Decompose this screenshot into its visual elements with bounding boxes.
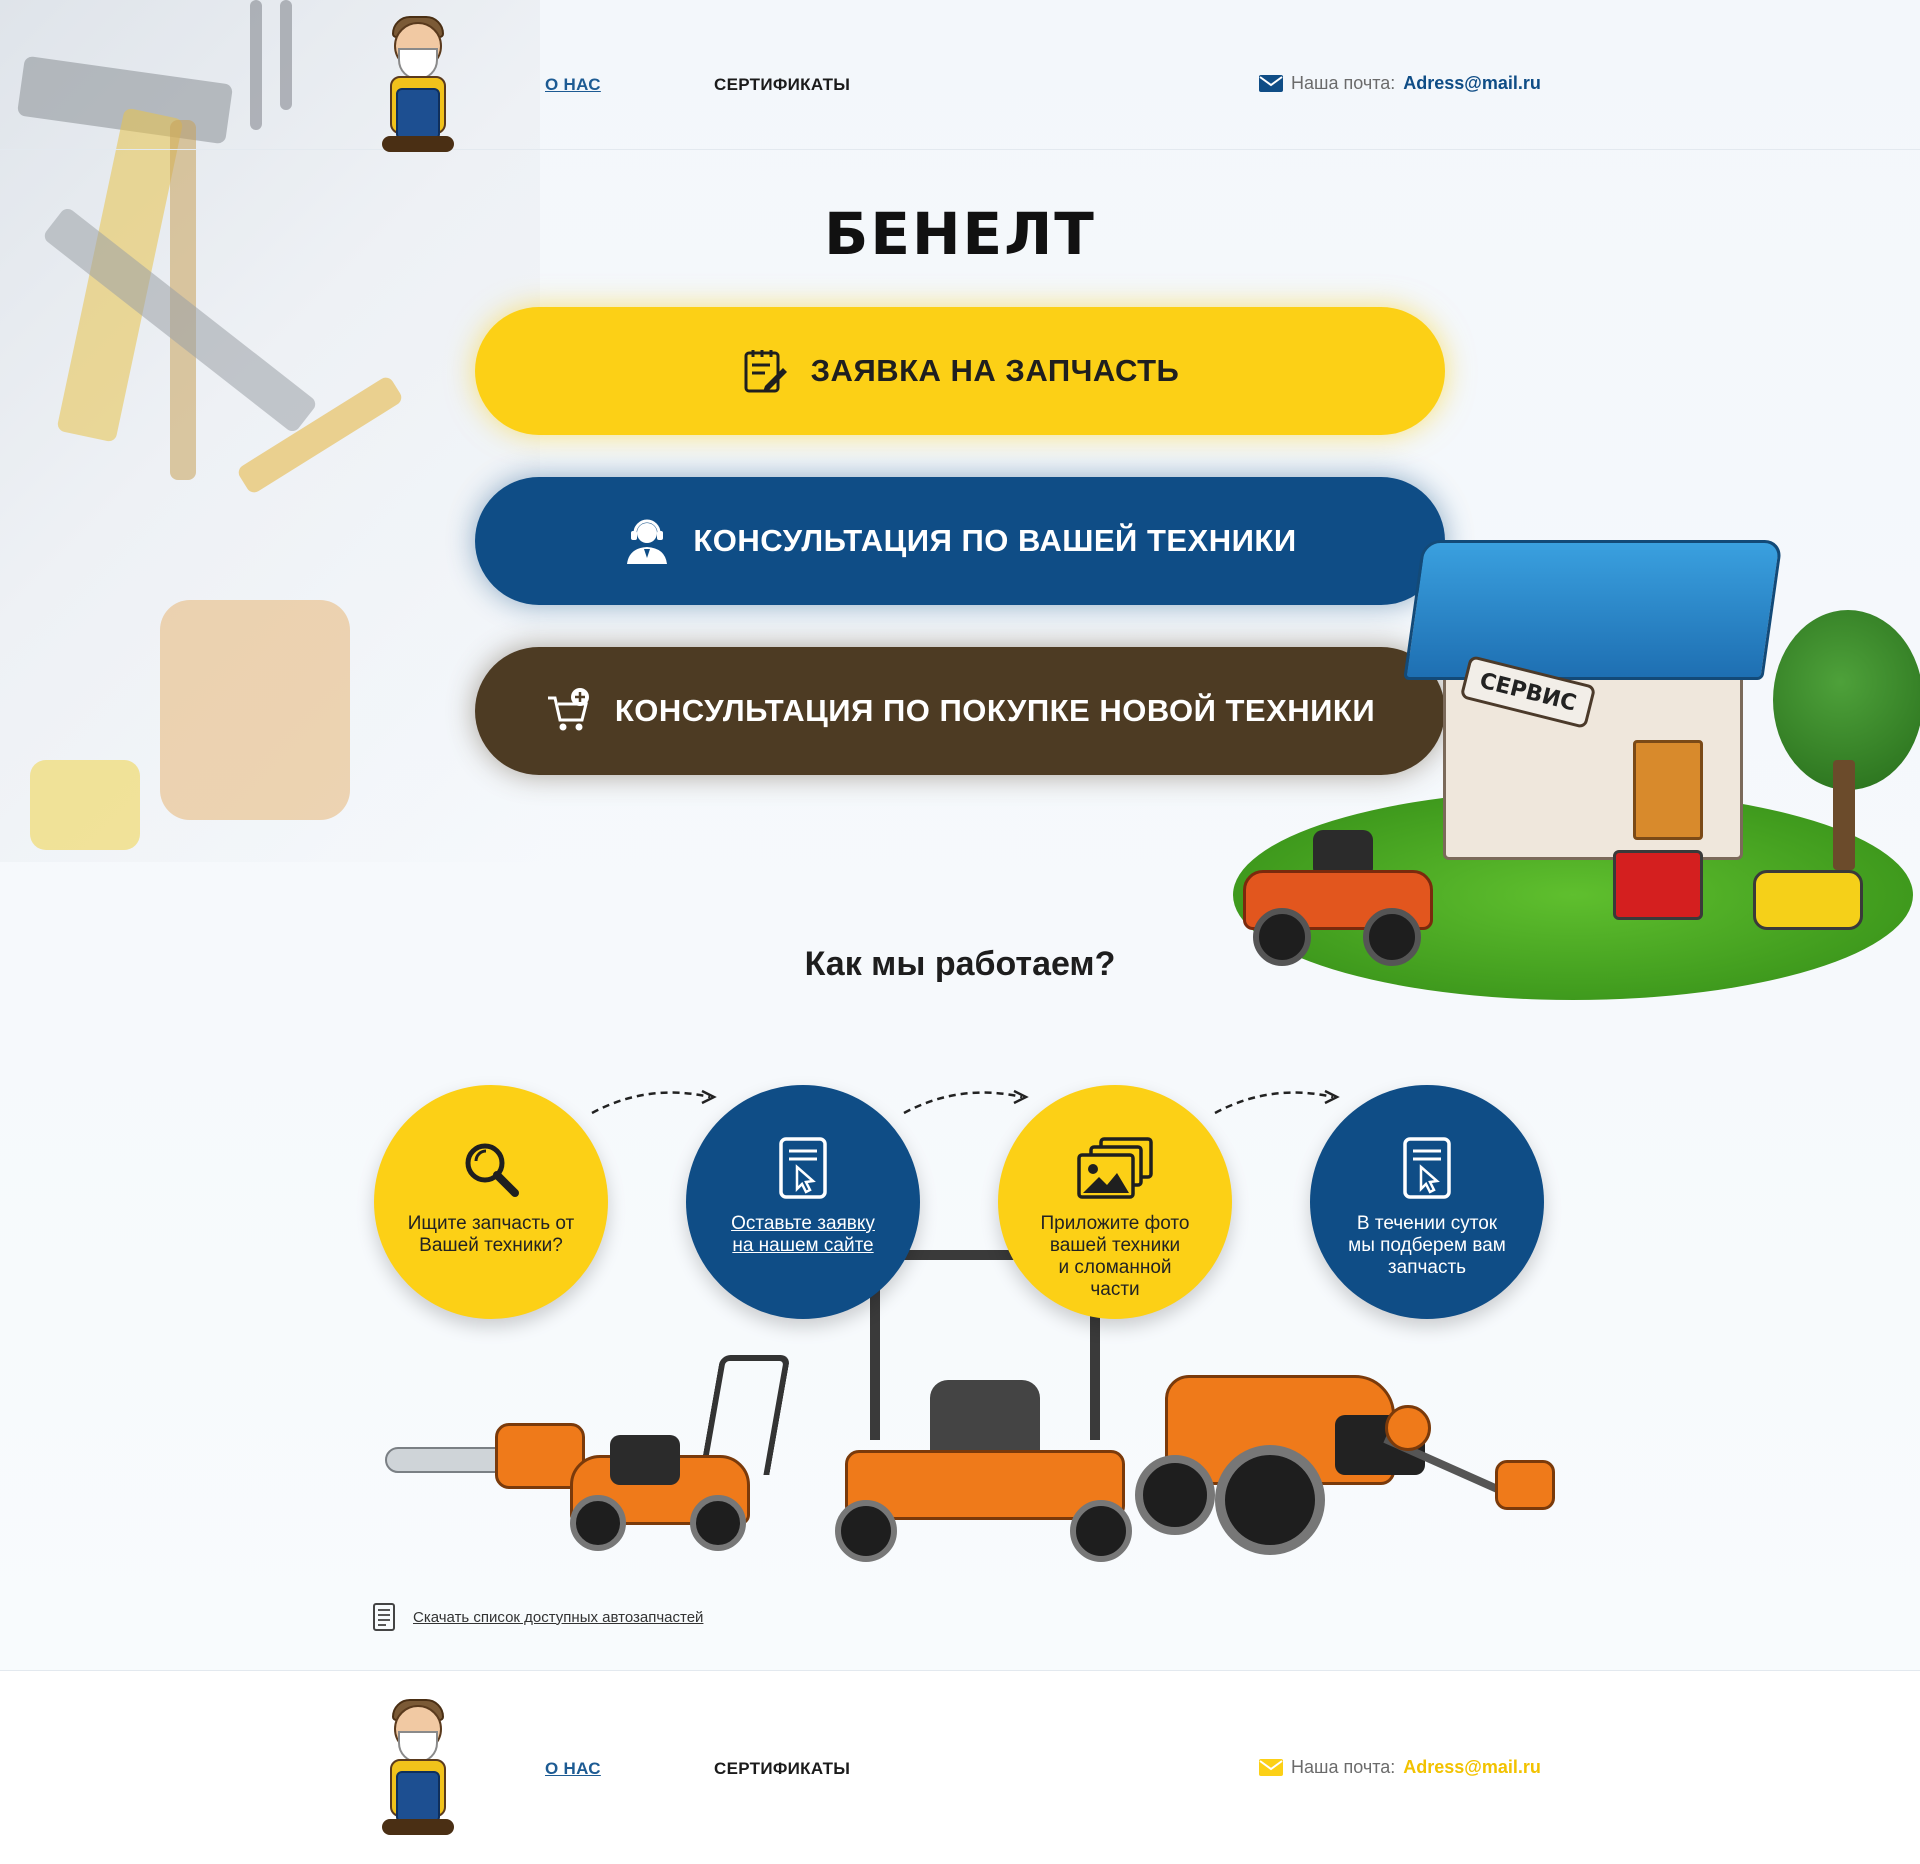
brand-logo-text: БЕНЕЛТ [824,200,1096,268]
step-pick-part-text: В течении суток мы подберем вам запчасть [1348,1213,1506,1278]
mail-icon [1259,1759,1283,1776]
step-attach-photo: Приложите фото вашей техники и сломанной… [998,1085,1232,1319]
footer-nav-certificates-link[interactable]: СЕРТИФИКАТЫ [714,1759,850,1779]
footer-mail-label: Наша почта: [1291,1757,1396,1777]
request-form-icon [741,347,789,395]
equipment-consultation-label: КОНСУЛЬТАЦИЯ ПО ВАШЕЙ ТЕХНИКИ [693,523,1297,558]
mascot-logo[interactable] [372,14,464,154]
footer-mail-address-link[interactable]: Adress@mail.ru [1403,1757,1541,1778]
step-leave-request-link[interactable]: Оставьте заявку на нашем сайте [718,1213,888,1257]
mail-address-link[interactable]: Adress@mail.ru [1403,73,1541,94]
photos-icon [1077,1137,1153,1199]
download-parts-list-link[interactable]: Скачать список доступных автозапчастей [413,1609,703,1626]
step-find-part: Ищите запчасть от Вашей техники? [374,1085,608,1319]
document-list-icon [373,1603,395,1631]
step-arrow-3 [1214,1089,1340,1115]
footer-nav-about-link[interactable]: О НАС [545,1759,601,1779]
footer: О НАС СЕРТИФИКАТЫ Наша почта: Adress@mai… [0,1670,1920,1864]
mail-icon [1259,75,1283,92]
step-pick-part: В течении суток мы подберем вам запчасть [1310,1085,1544,1319]
step-find-part-text: Ищите запчасть от Вашей техники? [407,1213,575,1256]
nav-about-link[interactable]: О НАС [545,75,601,95]
spare-part-request-button[interactable]: ЗАЯВКА НА ЗАПЧАСТЬ [475,307,1445,435]
magnifier-icon [465,1143,519,1197]
step-arrow-1 [591,1089,717,1115]
form-click-icon [1403,1137,1451,1199]
step-arrow-2 [903,1089,1029,1115]
nav-certificates-link[interactable]: СЕРТИФИКАТЫ [714,75,850,95]
mascot-logo-footer[interactable] [372,1697,464,1837]
service-house-illustration: СЕРВИС [1213,520,1920,1016]
top-header: О НАС СЕРТИФИКАТЫ Наша почта: Adress@mai… [0,0,1920,152]
mail-label: Наша почта: [1291,73,1396,93]
header-mail: Наша почта: Adress@mail.ru [1259,73,1541,94]
form-click-icon [779,1137,827,1199]
footer-mail: Наша почта: Adress@mail.ru [1259,1757,1541,1778]
how-we-work-title: Как мы работаем? [804,945,1116,983]
download-parts-list[interactable]: Скачать список доступных автозапчастей [373,1603,703,1631]
spare-part-request-label: ЗАЯВКА НА ЗАПЧАСТЬ [810,353,1180,388]
step-leave-request[interactable]: Оставьте заявку на нашем сайте [686,1085,920,1319]
support-agent-icon [623,517,671,565]
step-attach-photo-text: Приложите фото вашей техники и сломанной… [1040,1213,1190,1300]
cart-add-icon [545,687,593,735]
